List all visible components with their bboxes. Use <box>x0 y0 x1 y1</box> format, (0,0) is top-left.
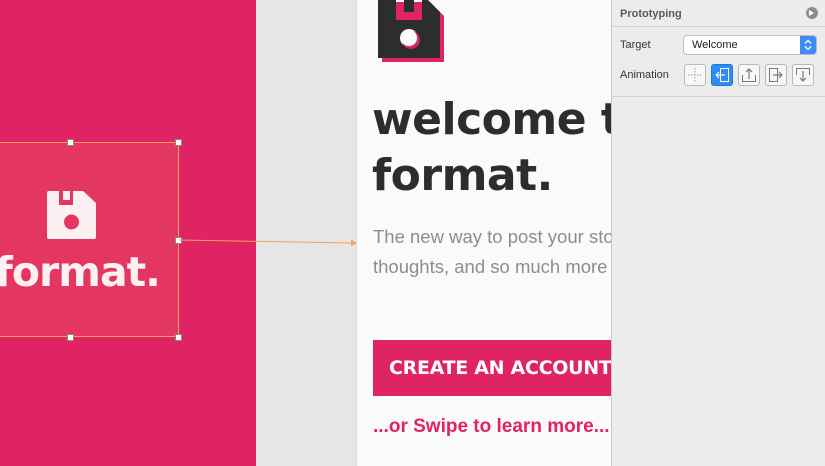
create-account-button[interactable]: CREATE AN ACCOUNT <box>373 340 612 396</box>
select-chevrons-icon <box>800 36 816 54</box>
section-title: Prototyping <box>620 8 682 20</box>
target-label: Target <box>620 39 651 51</box>
welcome-heading-line1: welcome t <box>372 94 612 145</box>
artboard-welcome[interactable]: welcome t format. The new way to post yo… <box>356 0 612 466</box>
animation-slide-from-left-button[interactable] <box>765 64 787 86</box>
slide-from-left-icon <box>769 68 783 82</box>
no-animation-icon <box>688 68 702 82</box>
swipe-learn-more-link[interactable]: ...or Swipe to learn more... <box>373 416 610 438</box>
description-line2: thoughts, and so much more <box>373 256 608 277</box>
brand-wordmark: format. <box>0 248 161 296</box>
animation-slide-from-bottom-button[interactable] <box>738 64 760 86</box>
resize-handle-bottom-left[interactable] <box>67 334 74 341</box>
prototyping-section-header: Prototyping <box>612 0 825 27</box>
resize-handle-top-right[interactable] <box>175 139 182 146</box>
slide-from-right-icon <box>715 68 729 82</box>
go-to-target-arrow-icon[interactable] <box>806 7 818 19</box>
animation-none-button[interactable] <box>684 64 706 86</box>
animation-slide-from-top-button[interactable] <box>792 64 814 86</box>
floppy-disk-icon <box>47 191 96 239</box>
animation-slide-from-right-button[interactable] <box>711 64 733 86</box>
animation-label: Animation <box>620 69 669 81</box>
resize-handle-bottom-right[interactable] <box>175 334 182 341</box>
selected-layer-box[interactable] <box>0 139 182 341</box>
target-select-value: Welcome <box>692 39 738 51</box>
welcome-heading-line2: format. <box>372 150 553 201</box>
resize-handle-top-left[interactable] <box>67 139 74 146</box>
floppy-disk-icon <box>378 0 444 62</box>
inspector-panel: Prototyping Target Welcome Animation <box>611 0 825 466</box>
target-select[interactable]: Welcome <box>683 35 817 55</box>
prototype-link-arrow <box>179 239 357 247</box>
description-line1: The new way to post your sto <box>373 226 612 247</box>
welcome-description: The new way to post your sto thoughts, a… <box>373 222 612 282</box>
section-divider <box>612 96 825 97</box>
slide-from-top-icon <box>796 68 810 82</box>
slide-from-bottom-icon <box>742 68 756 82</box>
welcome-heading: welcome t format. <box>372 92 612 204</box>
